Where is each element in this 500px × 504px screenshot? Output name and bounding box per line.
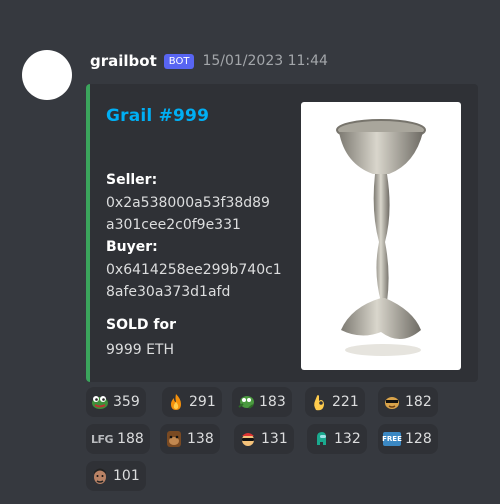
reaction-count: 101 bbox=[113, 468, 140, 484]
chalice-icon bbox=[336, 119, 426, 356]
sold-label: SOLD for bbox=[106, 317, 177, 333]
reaction-free[interactable]: FREE 128 bbox=[378, 424, 438, 454]
reaction-count: 221 bbox=[332, 394, 359, 410]
reaction-fire[interactable]: 291 bbox=[162, 387, 222, 417]
reaction-count: 183 bbox=[259, 394, 286, 410]
reaction-man-face[interactable]: 101 bbox=[86, 461, 146, 491]
reaction-pepe-running[interactable]: 183 bbox=[232, 387, 292, 417]
pepe-frog-emoji-icon bbox=[91, 393, 109, 411]
buyer-line-2: 8afe30a373d1afd bbox=[106, 284, 231, 300]
among-us-crewmate-emoji-icon bbox=[312, 430, 330, 448]
sold-value: 9999 ETH bbox=[106, 342, 175, 358]
grail-thumbnail[interactable] bbox=[301, 102, 461, 370]
lfg-emoji-label: LFG bbox=[91, 432, 114, 446]
free-button-emoji-icon: FREE bbox=[382, 430, 402, 448]
reaction-cool-doge[interactable]: 182 bbox=[378, 387, 438, 417]
reaction-ape-face[interactable]: 138 bbox=[160, 424, 220, 454]
embed: Grail #999 Seller: 0x2a538000a53f38d89 a… bbox=[86, 84, 478, 382]
reaction-count: 138 bbox=[187, 431, 214, 447]
man-face-emoji-icon bbox=[91, 467, 109, 485]
buyer-label: Buyer: bbox=[106, 239, 158, 255]
reaction-count: 291 bbox=[189, 394, 216, 410]
reaction-pepe-frog[interactable]: 359 bbox=[86, 387, 146, 417]
timestamp: 15/01/2023 11:44 bbox=[202, 53, 328, 69]
avatar[interactable] bbox=[22, 50, 72, 100]
reaction-lfg[interactable]: LFG 188 bbox=[86, 424, 150, 454]
reaction-count: 131 bbox=[261, 431, 288, 447]
reaction-count: 132 bbox=[334, 431, 361, 447]
seller-line-1: 0x2a538000a53f38d89 bbox=[106, 195, 270, 211]
seller-value: 0x2a538000a53f38d89 a301cee2c0f9e331 bbox=[106, 192, 296, 236]
seller-label: Seller: bbox=[106, 172, 158, 188]
seller-line-2: a301cee2c0f9e331 bbox=[106, 217, 241, 233]
sunglasses-character-emoji-icon bbox=[239, 430, 257, 448]
reaction-count: 359 bbox=[113, 394, 140, 410]
ape-face-emoji-icon bbox=[165, 430, 183, 448]
buyer-line-1: 0x6414258ee299b740c1 bbox=[106, 262, 282, 278]
reaction-count: 128 bbox=[405, 431, 432, 447]
ok-hand-emoji-icon bbox=[310, 393, 328, 411]
reaction-count: 188 bbox=[117, 431, 144, 447]
fire-emoji-icon bbox=[167, 393, 185, 411]
free-emoji-label: FREE bbox=[382, 432, 402, 446]
reaction-count: 182 bbox=[405, 394, 432, 410]
bot-tag: BOT bbox=[163, 53, 195, 69]
lfg-emoji-icon: LFG bbox=[91, 430, 114, 448]
buyer-value: 0x6414258ee299b740c1 8afe30a373d1afd bbox=[106, 259, 296, 303]
reaction-among-us[interactable]: 132 bbox=[307, 424, 367, 454]
reaction-ok-hand[interactable]: 221 bbox=[305, 387, 365, 417]
cool-doge-emoji-icon bbox=[383, 393, 401, 411]
pepe-running-emoji-icon bbox=[237, 393, 255, 411]
reaction-sunglasses-character[interactable]: 131 bbox=[234, 424, 294, 454]
message-header: grailbot BOT 15/01/2023 11:44 bbox=[90, 51, 328, 71]
username[interactable]: grailbot bbox=[90, 52, 157, 70]
embed-title[interactable]: Grail #999 bbox=[106, 106, 209, 126]
